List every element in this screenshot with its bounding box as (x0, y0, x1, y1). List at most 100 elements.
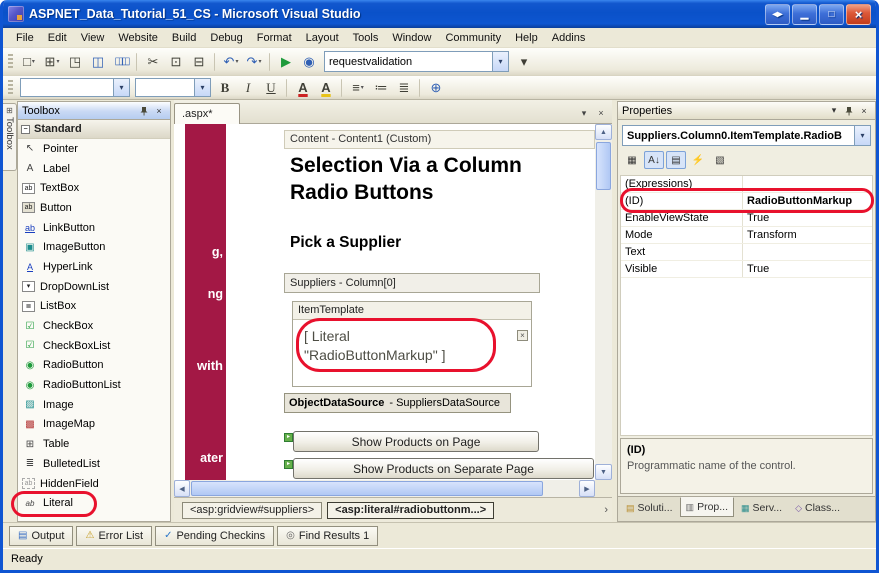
toolbox-item-radiobuttonlist[interactable]: ◉ RadioButtonList (18, 375, 170, 395)
autohide-tab-toolbox[interactable]: ⊞ Toolbox (3, 103, 17, 171)
menu-edit[interactable]: Edit (41, 30, 74, 46)
property-row-visible[interactable]: Visible True (621, 261, 872, 278)
collapse-icon[interactable]: − (21, 125, 30, 134)
toolbox-item-listbox[interactable]: ≣ ListBox (18, 297, 170, 317)
tab-properties[interactable]: ▥ Prop... (680, 497, 734, 517)
menu-layout[interactable]: Layout (299, 30, 346, 46)
toolbox-item-bulletedlist[interactable]: ≣ BulletedList (18, 454, 170, 474)
close-icon[interactable]: × (846, 4, 871, 25)
toolbox-item-pointer[interactable]: ↖ Pointer (18, 139, 170, 159)
tab-class-view[interactable]: ◇ Class... (789, 498, 846, 518)
toolbox-item-imagemap[interactable]: ▩ ImageMap (18, 415, 170, 435)
toolbox-item-textbox[interactable]: ab TextBox (18, 178, 170, 198)
tab-server-explorer[interactable]: ▦ Serv... (735, 498, 788, 518)
menu-addins[interactable]: Addins (545, 30, 593, 46)
combobox-dropdown-icon[interactable]: ▾ (194, 79, 210, 96)
save-all-icon[interactable]: ◫◫ (110, 51, 132, 72)
toolbox-item-hyperlink[interactable]: A HyperLink (18, 257, 170, 277)
property-row-mode[interactable]: Mode Transform (621, 227, 872, 244)
objectdatasource-control[interactable]: ObjectDataSource - SuppliersDataSource (284, 393, 511, 413)
scroll-down-icon[interactable]: ▼ (595, 464, 612, 480)
titlebar[interactable]: ASPNET_Data_Tutorial_51_CS - Microsoft V… (3, 0, 876, 28)
tag-gridview-suppliers[interactable]: <asp:gridview#suppliers> (182, 502, 322, 519)
pin-icon[interactable] (137, 104, 151, 117)
horizontal-scrollbar[interactable]: ◀ ▶ (174, 480, 595, 497)
scroll-up-icon[interactable]: ▲ (595, 124, 612, 140)
toolbox-item-literal[interactable]: ab Literal (18, 493, 170, 513)
add-item-icon[interactable]: ⊞ (41, 51, 63, 72)
cut-icon[interactable]: ✂ (142, 51, 164, 72)
menu-view[interactable]: View (74, 30, 112, 46)
menu-file[interactable]: File (9, 30, 41, 46)
tab-find-results-1[interactable]: ◎ Find Results 1 (277, 526, 378, 546)
design-surface[interactable]: g, ng with ater Content - Content1 (Cust… (174, 124, 595, 480)
combobox-dropdown-icon[interactable]: ▾ (492, 52, 508, 71)
document-close-icon[interactable]: × (594, 106, 608, 120)
menu-format[interactable]: Format (250, 30, 299, 46)
menu-window[interactable]: Window (385, 30, 438, 46)
content-placeholder-header[interactable]: Content - Content1 (Custom) (284, 130, 595, 149)
menu-tools[interactable]: Tools (346, 30, 386, 46)
property-row-text[interactable]: Text (621, 244, 872, 261)
document-tab-aspx[interactable]: .aspx* (174, 103, 240, 124)
toolbox-item-checkboxlist[interactable]: ☑ CheckBoxList (18, 336, 170, 356)
scrollbar-thumb[interactable] (191, 481, 543, 496)
property-row-expressions[interactable]: (Expressions) (621, 176, 872, 193)
toolbox-item-label[interactable]: A Label (18, 159, 170, 179)
toolbox-item-table[interactable]: ⊞ Table (18, 434, 170, 454)
scroll-left-icon[interactable]: ◀ (174, 480, 190, 497)
requestvalidation-combobox[interactable]: requestvalidation ▾ (324, 51, 509, 72)
show-products-separate-page-button[interactable]: Show Products on Separate Page (293, 458, 594, 479)
toolbox-item-image[interactable]: ▨ Image (18, 395, 170, 415)
properties-titlebar[interactable]: Properties ▾ × (617, 101, 876, 120)
file-list-dropdown-icon[interactable]: ▾ (577, 106, 591, 120)
events-icon[interactable]: ⚡ (688, 151, 708, 169)
property-row-enableviewstate[interactable]: EnableViewState True (621, 210, 872, 227)
italic-icon[interactable]: I (237, 77, 259, 98)
underline-icon[interactable]: U (260, 77, 282, 98)
pin-icon[interactable] (842, 104, 856, 117)
window-position-icon[interactable]: ▾ (827, 104, 841, 117)
property-pages-icon[interactable]: ▧ (710, 151, 730, 169)
toolbox-item-button[interactable]: ab Button (18, 198, 170, 218)
browse-icon[interactable]: ◉ (298, 51, 320, 72)
alphabetical-icon[interactable]: A↓ (644, 151, 664, 169)
redo-icon[interactable]: ↷ (243, 51, 265, 72)
new-item-icon[interactable]: □ (18, 51, 40, 72)
literal-control[interactable]: [ Literal "RadioButtonMarkup" ] (304, 327, 482, 365)
align-icon[interactable]: ≡ (347, 77, 369, 98)
scrollbar-thumb[interactable] (596, 142, 611, 190)
toolbar-options-icon[interactable]: ▾ (513, 51, 535, 72)
toolbox-item-imagebutton[interactable]: ▣ ImageButton (18, 237, 170, 257)
vertical-scrollbar[interactable]: ▲ ▼ (595, 124, 612, 480)
property-row-id[interactable]: (ID) RadioButtonMarkup (621, 193, 872, 210)
numbered-list-icon[interactable]: ≔ (370, 77, 392, 98)
categorized-icon[interactable]: ▦ (622, 151, 642, 169)
font-color-icon[interactable]: A (292, 77, 314, 98)
tab-output[interactable]: ▤ Output (9, 526, 73, 546)
save-icon[interactable]: ◫ (87, 51, 109, 72)
toolbar-grip[interactable] (8, 54, 13, 70)
toolbar-grip[interactable] (8, 80, 13, 96)
menu-help[interactable]: Help (508, 30, 545, 46)
toolbox-item-hiddenfield[interactable]: ab HiddenField (18, 474, 170, 494)
toolbox-item-linkbutton[interactable]: ab LinkButton (18, 218, 170, 238)
target-rule-combobox[interactable]: ▾ (20, 78, 130, 97)
itemtemplate-editor[interactable]: ItemTemplate × [ Literal "RadioButtonMar… (292, 301, 532, 387)
toolbox-item-checkbox[interactable]: ☑ CheckBox (18, 316, 170, 336)
toolbox-item-dropdownlist[interactable]: ▾ DropDownList (18, 277, 170, 297)
start-debug-icon[interactable]: ▶ (275, 51, 297, 72)
font-combobox[interactable]: ▾ (135, 78, 211, 97)
copy-icon[interactable]: ⊡ (165, 51, 187, 72)
minimize-icon[interactable]: ▁ (792, 4, 817, 25)
hyperlink-icon[interactable]: ⊕ (425, 77, 447, 98)
gridview-column-header[interactable]: Suppliers - Column[0] (284, 273, 540, 293)
window-arrows-icon[interactable]: ◂▸ (765, 4, 790, 25)
maximize-icon[interactable]: □ (819, 4, 844, 25)
tab-pending-checkins[interactable]: ✓ Pending Checkins (155, 526, 274, 546)
toolbox-titlebar[interactable]: Toolbox × (17, 101, 171, 120)
menu-build[interactable]: Build (165, 30, 203, 46)
paste-icon[interactable]: ⊟ (188, 51, 210, 72)
tab-solution-explorer[interactable]: ▤ Soluti... (620, 498, 679, 518)
template-close-icon[interactable]: × (517, 330, 528, 341)
